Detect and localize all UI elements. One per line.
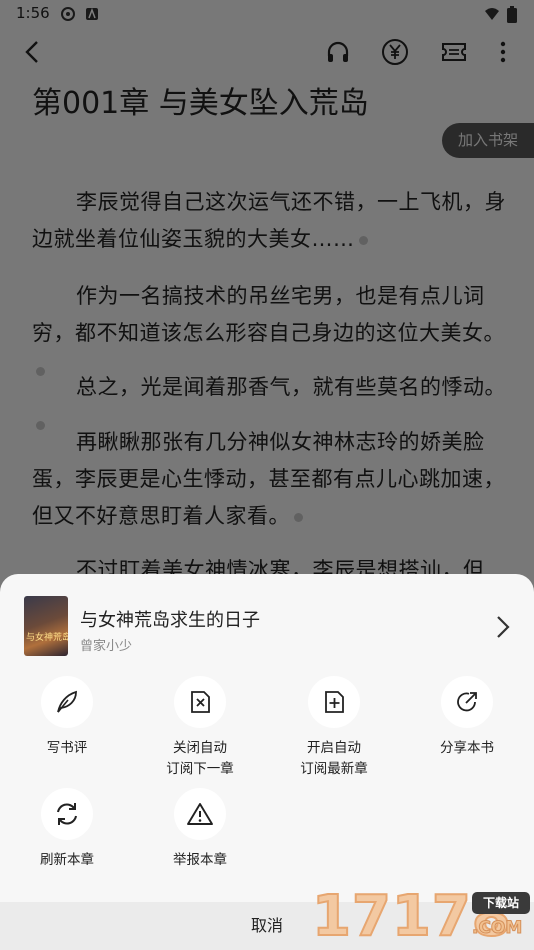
open-auto-subscribe-icon bbox=[308, 676, 360, 728]
write-review-button[interactable]: 写书评 bbox=[7, 676, 127, 759]
enable-auto-subscribe-label: 开启自动 订阅最新章 bbox=[300, 740, 368, 777]
warning-icon bbox=[174, 788, 226, 840]
chevron-right-icon[interactable] bbox=[492, 614, 514, 640]
disable-auto-subscribe-button[interactable]: 关闭自动 订阅下一章 bbox=[140, 676, 260, 780]
refresh-chapter-button[interactable]: 刷新本章 bbox=[7, 788, 127, 871]
share-icon bbox=[441, 676, 493, 728]
book-title: 与女神荒岛求生的日子 bbox=[80, 610, 260, 631]
write-review-label: 写书评 bbox=[46, 740, 88, 756]
book-cover-text: 与女神荒岛 bbox=[26, 633, 68, 643]
report-chapter-label: 举报本章 bbox=[173, 852, 227, 868]
enable-auto-subscribe-button[interactable]: 开启自动 订阅最新章 bbox=[274, 676, 394, 780]
refresh-chapter-label: 刷新本章 bbox=[40, 852, 94, 868]
share-book-button[interactable]: 分享本书 bbox=[407, 676, 527, 759]
close-auto-subscribe-icon bbox=[174, 676, 226, 728]
watermark-badge: 下载站 bbox=[472, 892, 530, 914]
refresh-icon bbox=[41, 788, 93, 840]
book-author: 曾家小少 bbox=[80, 639, 133, 654]
site-watermark: 17178 下载站 .COM bbox=[311, 883, 534, 950]
book-info-row[interactable]: 与女神荒岛 与女神荒岛求生的日子 曾家小少 bbox=[0, 574, 534, 660]
report-chapter-button[interactable]: 举报本章 bbox=[140, 788, 260, 871]
book-cover: 与女神荒岛 bbox=[24, 596, 68, 656]
disable-auto-subscribe-label: 关闭自动 订阅下一章 bbox=[166, 740, 234, 777]
watermark-com: .COM bbox=[471, 918, 523, 939]
share-book-label: 分享本书 bbox=[440, 740, 494, 756]
feather-pen-icon bbox=[41, 676, 93, 728]
